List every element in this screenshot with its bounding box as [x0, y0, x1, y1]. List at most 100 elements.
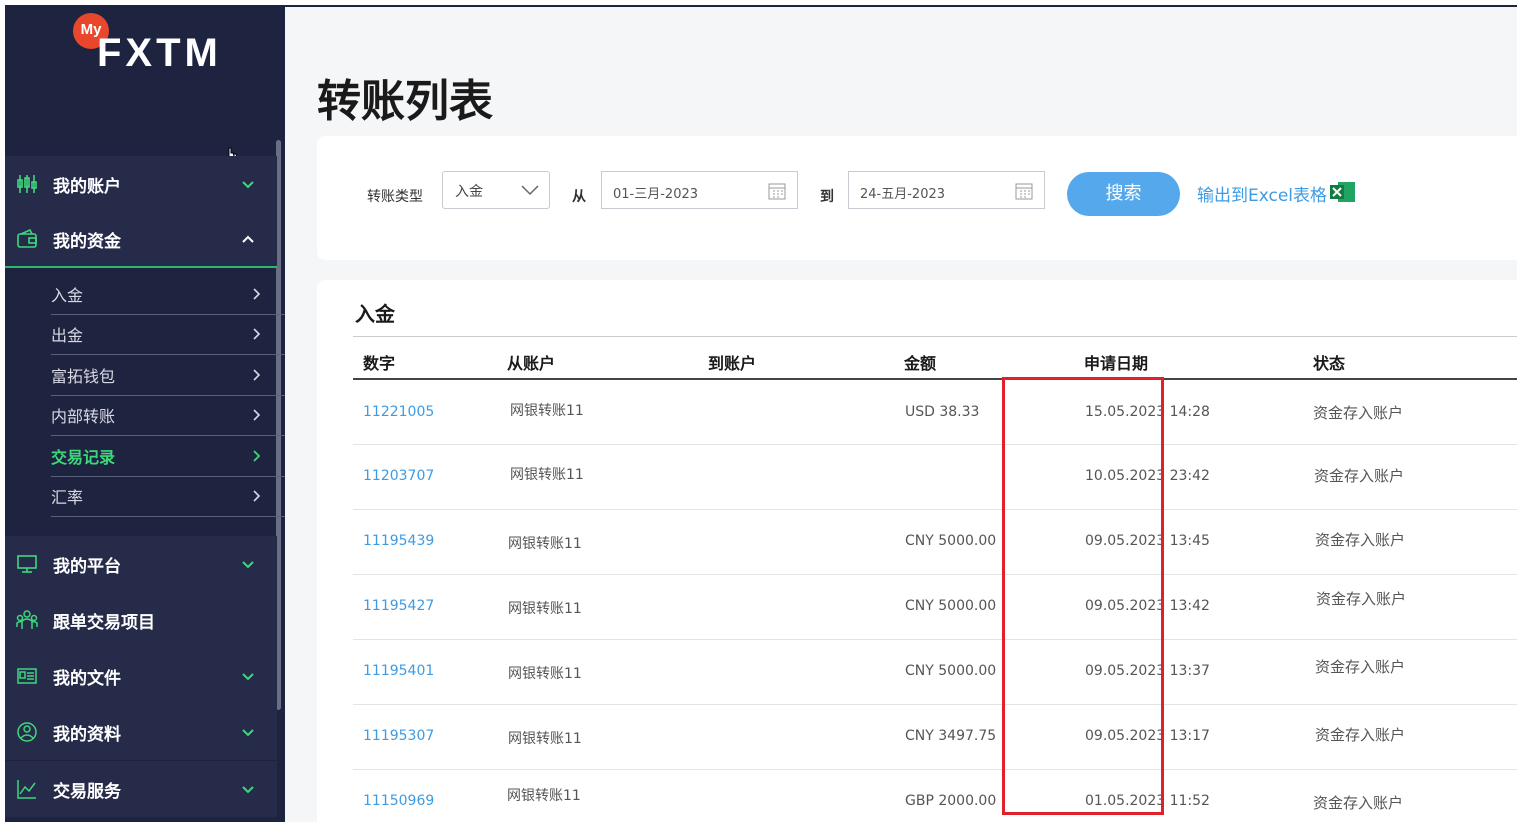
top-border	[285, 5, 1517, 7]
date-cell: 09.05.2023 13:17	[1085, 728, 1210, 744]
nav-my-documents[interactable]: 我的文件	[5, 648, 277, 704]
submenu-item-internal-transfer[interactable]: 内部转账	[51, 396, 285, 436]
export-excel-link[interactable]: 输出到Excel表格	[1197, 181, 1327, 206]
date-cell: 01.05.2023 11:52	[1085, 793, 1210, 809]
from-account-cell: 网银转账11	[510, 467, 584, 483]
logo[interactable]: My FXTM	[5, 5, 285, 135]
chevron-right-icon	[253, 490, 261, 502]
transfer-type-label: 转账类型	[367, 189, 423, 205]
status-cell: 资金存入账户	[1315, 726, 1406, 744]
sidebar: My FXTM 我的账户 我的资金 入金 出金 富拓钱包 内部转账 交易记录 汇…	[5, 5, 285, 822]
from-label: 从	[572, 189, 586, 205]
nav-copy-trading[interactable]: 跟单交易项目	[5, 592, 277, 648]
date-cell: 15.05.2023 14:28	[1085, 404, 1210, 420]
chevron-down-icon	[242, 181, 254, 189]
submenu-item-wallet[interactable]: 富拓钱包	[51, 355, 285, 396]
chevron-right-icon	[253, 409, 261, 421]
amount-cell: CNY 5000.00	[905, 663, 997, 679]
nav-trading-services[interactable]: 交易服务	[5, 761, 277, 817]
column-header-from-account: 从账户	[507, 354, 556, 373]
chart-line-icon	[15, 777, 39, 801]
submenu-item-label: 汇率	[51, 488, 84, 508]
funds-submenu: 入金 出金 富拓钱包 内部转账 交易记录 汇率	[5, 274, 285, 517]
transaction-number-link[interactable]: 11195307	[363, 728, 434, 744]
nav-my-funds[interactable]: 我的资金	[5, 212, 277, 268]
submenu-item-deposit[interactable]: 入金	[51, 274, 285, 315]
nav-my-account[interactable]: 我的账户	[5, 156, 277, 212]
nav-my-profile[interactable]: 我的资料	[5, 704, 277, 760]
wallet-icon	[15, 227, 39, 251]
nav-my-platforms[interactable]: 我的平台	[5, 536, 277, 592]
nav-my-documents-label: 我的文件	[53, 668, 121, 689]
candlestick-icon	[15, 172, 39, 196]
amount-cell: USD 38.33	[905, 404, 980, 420]
transaction-number-link[interactable]: 11195439	[363, 533, 434, 549]
nav-trading-services-label: 交易服务	[53, 781, 121, 802]
from-account-cell: 网银转账11	[508, 731, 582, 747]
monitor-icon	[15, 552, 39, 576]
table-row[interactable]: 11195401 网银转账11 CNY 5000.00 09.05.2023 1…	[353, 640, 1517, 705]
submenu-item-label: 入金	[51, 285, 84, 305]
table-row[interactable]: 11195439 网银转账11 CNY 5000.00 09.05.2023 1…	[353, 510, 1517, 575]
transaction-number-link[interactable]: 11203707	[363, 468, 434, 484]
search-button[interactable]: 搜索	[1067, 172, 1180, 216]
chevron-right-icon	[253, 369, 261, 381]
to-date-field[interactable]: 24-五月-2023	[848, 171, 1045, 209]
status-cell: 资金存入账户	[1315, 658, 1406, 676]
chevron-down-icon	[242, 729, 254, 737]
logo-brand: FXTM	[97, 31, 222, 75]
from-account-cell: 网银转账11	[507, 788, 581, 804]
transfer-type-select[interactable]: 入金	[442, 171, 550, 209]
table-row[interactable]: 11150969 网银转账11 GBP 2000.00 01.05.2023 1…	[353, 770, 1517, 822]
table-row[interactable]: 11195307 网银转账11 CNY 3497.75 09.05.2023 1…	[353, 705, 1517, 770]
divider	[353, 336, 1517, 337]
submenu-item-transactions[interactable]: 交易记录	[51, 436, 285, 477]
page-title: 转账列表	[317, 76, 493, 127]
from-date-field[interactable]: 01-三月-2023	[601, 171, 798, 209]
nav-my-funds-label: 我的资金	[53, 231, 121, 252]
chevron-down-icon	[242, 561, 254, 569]
nav-copy-trading-label: 跟单交易项目	[53, 612, 155, 633]
transaction-number-link[interactable]: 11195427	[363, 598, 434, 614]
chevron-right-icon	[253, 328, 261, 340]
status-cell: 资金存入账户	[1314, 467, 1405, 485]
calendar-icon[interactable]	[1015, 182, 1033, 200]
main-content: 转账列表 转账类型 入金 从 01-三月-2023 到 24-五月-2023 搜…	[285, 5, 1517, 822]
amount-cell: GBP 2000.00	[905, 793, 997, 809]
column-header-number: 数字	[363, 354, 396, 373]
transaction-number-link[interactable]: 11195401	[363, 663, 434, 679]
status-cell: 资金存入账户	[1316, 590, 1407, 608]
excel-icon[interactable]	[1330, 181, 1356, 203]
from-account-cell: 网银转账11	[510, 403, 584, 419]
submenu-item-withdraw[interactable]: 出金	[51, 315, 285, 355]
status-cell: 资金存入账户	[1313, 794, 1404, 812]
column-header-to-account: 到账户	[708, 354, 757, 373]
submenu-item-label: 交易记录	[51, 447, 116, 467]
date-cell: 09.05.2023 13:42	[1085, 598, 1210, 614]
document-icon	[15, 664, 39, 688]
people-icon	[15, 608, 39, 632]
chevron-up-icon	[242, 235, 254, 243]
transaction-number-link[interactable]: 11221005	[363, 404, 434, 420]
user-circle-icon	[15, 720, 39, 744]
to-label: 到	[820, 189, 834, 205]
calendar-icon[interactable]	[768, 182, 786, 200]
amount-cell: CNY 5000.00	[905, 533, 997, 549]
from-account-cell: 网银转账11	[508, 666, 582, 682]
table-row[interactable]: 11195427 网银转账11 CNY 5000.00 09.05.2023 1…	[353, 575, 1517, 640]
from-account-cell: 网银转账11	[508, 536, 582, 552]
transfer-type-value: 入金	[455, 184, 483, 200]
date-cell: 09.05.2023 13:45	[1085, 533, 1210, 549]
date-cell: 09.05.2023 13:37	[1085, 663, 1210, 679]
table-row[interactable]: 11221005 网银转账11 USD 38.33 15.05.2023 14:…	[353, 380, 1517, 445]
submenu-item-label: 富拓钱包	[51, 366, 116, 386]
transaction-number-link[interactable]: 11150969	[363, 793, 434, 809]
column-header-request-date: 申请日期	[1084, 354, 1149, 373]
submenu-item-label: 出金	[51, 326, 84, 346]
table-row[interactable]: 11203707 网银转账11 10.05.2023 23:42 资金存入账户	[353, 445, 1517, 510]
submenu-item-exchange-rate[interactable]: 汇率	[51, 477, 285, 517]
chevron-down-icon	[242, 786, 254, 794]
chevron-right-icon	[253, 450, 261, 462]
transactions-table-panel: 入金 数字 从账户 到账户 金额 申请日期 状态 11221005 网银转账11…	[317, 280, 1517, 822]
section-title: 入金	[355, 302, 395, 326]
